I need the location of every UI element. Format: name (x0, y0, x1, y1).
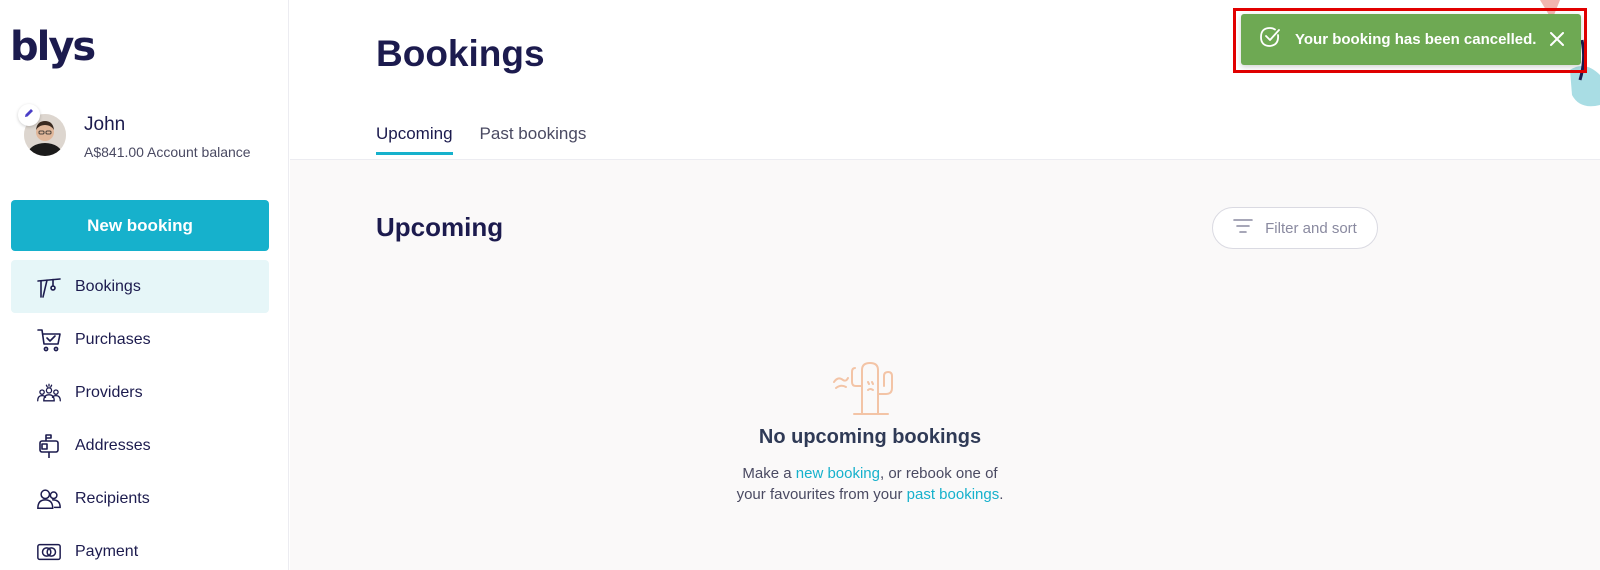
check-circle-icon (1259, 26, 1281, 53)
new-booking-link[interactable]: new booking (796, 465, 880, 482)
recipients-icon (36, 486, 62, 512)
empty-state-title: No upcoming bookings (758, 426, 982, 448)
sidebar-item-recipients[interactable]: Recipients (11, 472, 269, 525)
page-title: Bookings (376, 33, 545, 74)
app: blys John A$841.00 Account balance New b… (0, 0, 1600, 570)
past-bookings-link[interactable]: past bookings (907, 486, 1000, 503)
sidebar-item-providers[interactable]: Providers (11, 366, 269, 419)
bookings-section: Upcoming Filter and sort No upcoming boo… (290, 160, 1600, 570)
edit-profile-button[interactable] (18, 104, 40, 126)
empty-state: No upcoming bookings Make a new booking,… (660, 360, 1080, 505)
sidebar-item-label: Addresses (75, 436, 151, 454)
sidebar-item-label: Purchases (75, 330, 151, 348)
filter-icon (1233, 218, 1253, 238)
payment-icon (36, 539, 62, 565)
sidebar-item-label: Bookings (75, 277, 141, 295)
profile-card[interactable]: John A$841.00 Account balance (18, 104, 278, 164)
empty-text-part: Make a (742, 465, 796, 482)
section-title: Upcoming (376, 212, 504, 242)
empty-state-message: Make a new booking, or rebook one of you… (660, 463, 1080, 505)
filter-and-sort-button[interactable]: Filter and sort (1212, 207, 1378, 249)
tab-bar: Upcoming Past bookings (376, 124, 586, 155)
cart-icon (36, 327, 62, 353)
sidebar-item-purchases[interactable]: Purchases (11, 313, 269, 366)
cactus-icon (660, 360, 1080, 416)
empty-text-part: , or rebook one of (880, 465, 998, 482)
account-balance: A$841.00 Account balance (84, 144, 251, 160)
success-toast: Your booking has been cancelled. (1241, 14, 1581, 65)
tab-past-bookings[interactable]: Past bookings (480, 124, 587, 155)
profile-name: John (84, 114, 126, 135)
blys-logo[interactable]: blys (10, 27, 96, 67)
sidebar-item-addresses[interactable]: Addresses (11, 419, 269, 472)
sidebar: blys John A$841.00 Account balance New b… (0, 0, 289, 570)
pencil-icon (23, 106, 35, 124)
bookings-icon (36, 274, 62, 300)
close-icon[interactable] (1547, 29, 1567, 49)
empty-text-part: . (999, 486, 1004, 503)
sidebar-nav: Bookings Purchases Providers Addresses R… (11, 260, 269, 570)
mailbox-icon (36, 433, 62, 459)
empty-text-part: your favourites from your (736, 486, 907, 503)
sidebar-item-label: Payment (75, 542, 139, 560)
filter-and-sort-label: Filter and sort (1265, 219, 1357, 237)
sidebar-item-label: Providers (75, 383, 143, 401)
sidebar-item-payment[interactable]: Payment (11, 525, 269, 570)
sidebar-item-bookings[interactable]: Bookings (11, 260, 269, 313)
sidebar-item-label: Recipients (75, 489, 150, 507)
toast-message: Your booking has been cancelled. (1295, 31, 1537, 48)
new-booking-button[interactable]: New booking (11, 200, 269, 251)
tab-upcoming[interactable]: Upcoming (376, 124, 453, 155)
main-content: Bookings Upcoming Past bookings Upcoming… (290, 0, 1600, 570)
providers-icon (36, 380, 62, 406)
